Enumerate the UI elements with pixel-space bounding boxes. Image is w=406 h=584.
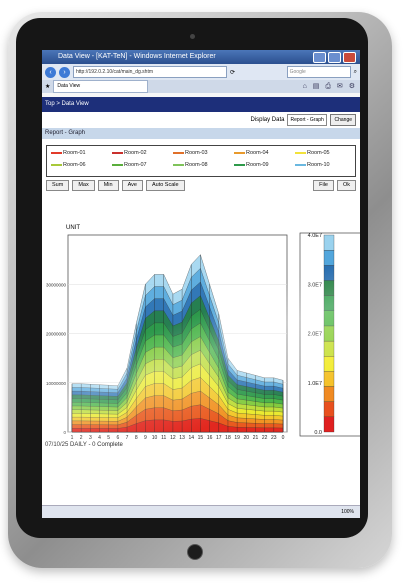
x-tick-label: 22: [262, 435, 268, 441]
colorbar-tick-label: 1.0E7: [308, 381, 322, 387]
x-tick-label: 16: [207, 435, 213, 441]
url-input[interactable]: http://192.0.2.10/cat/main_dg.shtm: [73, 66, 227, 78]
search-input[interactable]: Google: [286, 66, 351, 78]
y-axis-label: UNIT: [66, 225, 80, 231]
x-tick-label: 8: [135, 435, 138, 441]
colorbar-tick-label: 3.0E7: [308, 282, 322, 288]
minimize-icon[interactable]: [313, 52, 326, 63]
zoom-level: 100%: [341, 509, 354, 515]
colorbar-segment: [323, 310, 335, 327]
x-tick-label: 13: [179, 435, 185, 441]
colorbar-segment: [323, 295, 335, 311]
x-tick-label: 21: [253, 435, 259, 441]
x-tick-label: 20: [244, 435, 250, 441]
colorbar-segment: [323, 234, 335, 251]
colorbar-tick-label: 4.0E7: [308, 233, 322, 239]
x-tick-label: 12: [170, 435, 176, 441]
colorbar-segment: [323, 325, 335, 342]
page-content: Top > Data View Display Data Report - Gr…: [42, 97, 360, 512]
x-tick-label: 11: [161, 435, 166, 441]
window-controls: [313, 52, 356, 63]
forward-arrow-icon[interactable]: ›: [59, 66, 70, 78]
x-tick-label: 9: [144, 435, 147, 441]
x-tick-label: 6: [116, 435, 119, 441]
x-tick-label: 4: [98, 435, 101, 441]
x-tick-label: 17: [216, 435, 222, 441]
y-tick-label: 30000000: [46, 282, 67, 287]
colorbar-segment: [323, 386, 335, 402]
x-tick-label: 15: [198, 435, 204, 441]
colorbar-tick-label: 2.0E7: [308, 332, 322, 338]
x-tick-label: 1: [71, 435, 74, 441]
y-tick-label: 10000000: [46, 381, 67, 386]
colorbar-segment: [323, 416, 335, 433]
window-titlebar: Data View - [KAT-TeN] - Windows Internet…: [42, 50, 360, 64]
x-tick-label: 5: [107, 435, 110, 441]
x-tick-label: 19: [234, 435, 240, 441]
x-tick-label: 18: [225, 435, 231, 441]
y-tick-label: 20000000: [46, 332, 67, 337]
colorbar-segment: [323, 250, 335, 266]
colorbar-segment: [323, 356, 335, 372]
close-icon[interactable]: [343, 52, 356, 63]
y-tick-label: 0: [63, 430, 66, 435]
footer-status: 07/10/25 DAILY - 0 Complete: [45, 442, 123, 448]
colorbar-segment: [323, 280, 335, 296]
x-tick-label: 2: [80, 435, 83, 441]
x-tick-label: 10: [152, 435, 158, 441]
address-bar: ‹ › http://192.0.2.10/cat/main_dg.shtm ⟳…: [42, 64, 360, 80]
maximize-icon[interactable]: [328, 52, 341, 63]
colorbar-segment: [323, 371, 335, 387]
colorbar-segment: [323, 401, 335, 417]
tab-data-view[interactable]: Data View: [53, 80, 149, 93]
x-tick-label: 7: [126, 435, 129, 441]
x-tick-label: 14: [188, 435, 194, 441]
chart-svg: 01000000020000000300000001 2 3 4 5 6 7 8 9 10 11 12…: [46, 232, 360, 441]
back-arrow-icon[interactable]: ‹: [45, 66, 56, 78]
search-icon[interactable]: ⌕: [354, 69, 357, 76]
x-tick-label: 3: [89, 435, 92, 441]
colorbar-segment: [323, 265, 335, 281]
tab-bar: ★ Data View ⌂ ▤ ⎙ ✉ ⚙: [42, 80, 360, 93]
x-tick-label: 0: [282, 435, 285, 441]
refresh-icon[interactable]: ⟳: [230, 69, 235, 76]
x-tick-label: 23: [271, 435, 277, 441]
window-title: Data View - [KAT-TeN] - Windows Internet…: [58, 53, 216, 60]
status-bar: 100%: [42, 505, 360, 518]
tablet-screen: Data View - [KAT-TeN] - Windows Internet…: [42, 50, 360, 518]
favorites-star-icon[interactable]: ★: [45, 83, 50, 90]
home-button[interactable]: [187, 544, 203, 560]
camera-icon: [190, 34, 195, 39]
colorbar-tick-label: 0.0: [314, 430, 322, 436]
toolbar-icons: ⌂ ▤ ⎙ ✉ ⚙: [302, 83, 357, 90]
colorbar-segment: [323, 340, 335, 357]
